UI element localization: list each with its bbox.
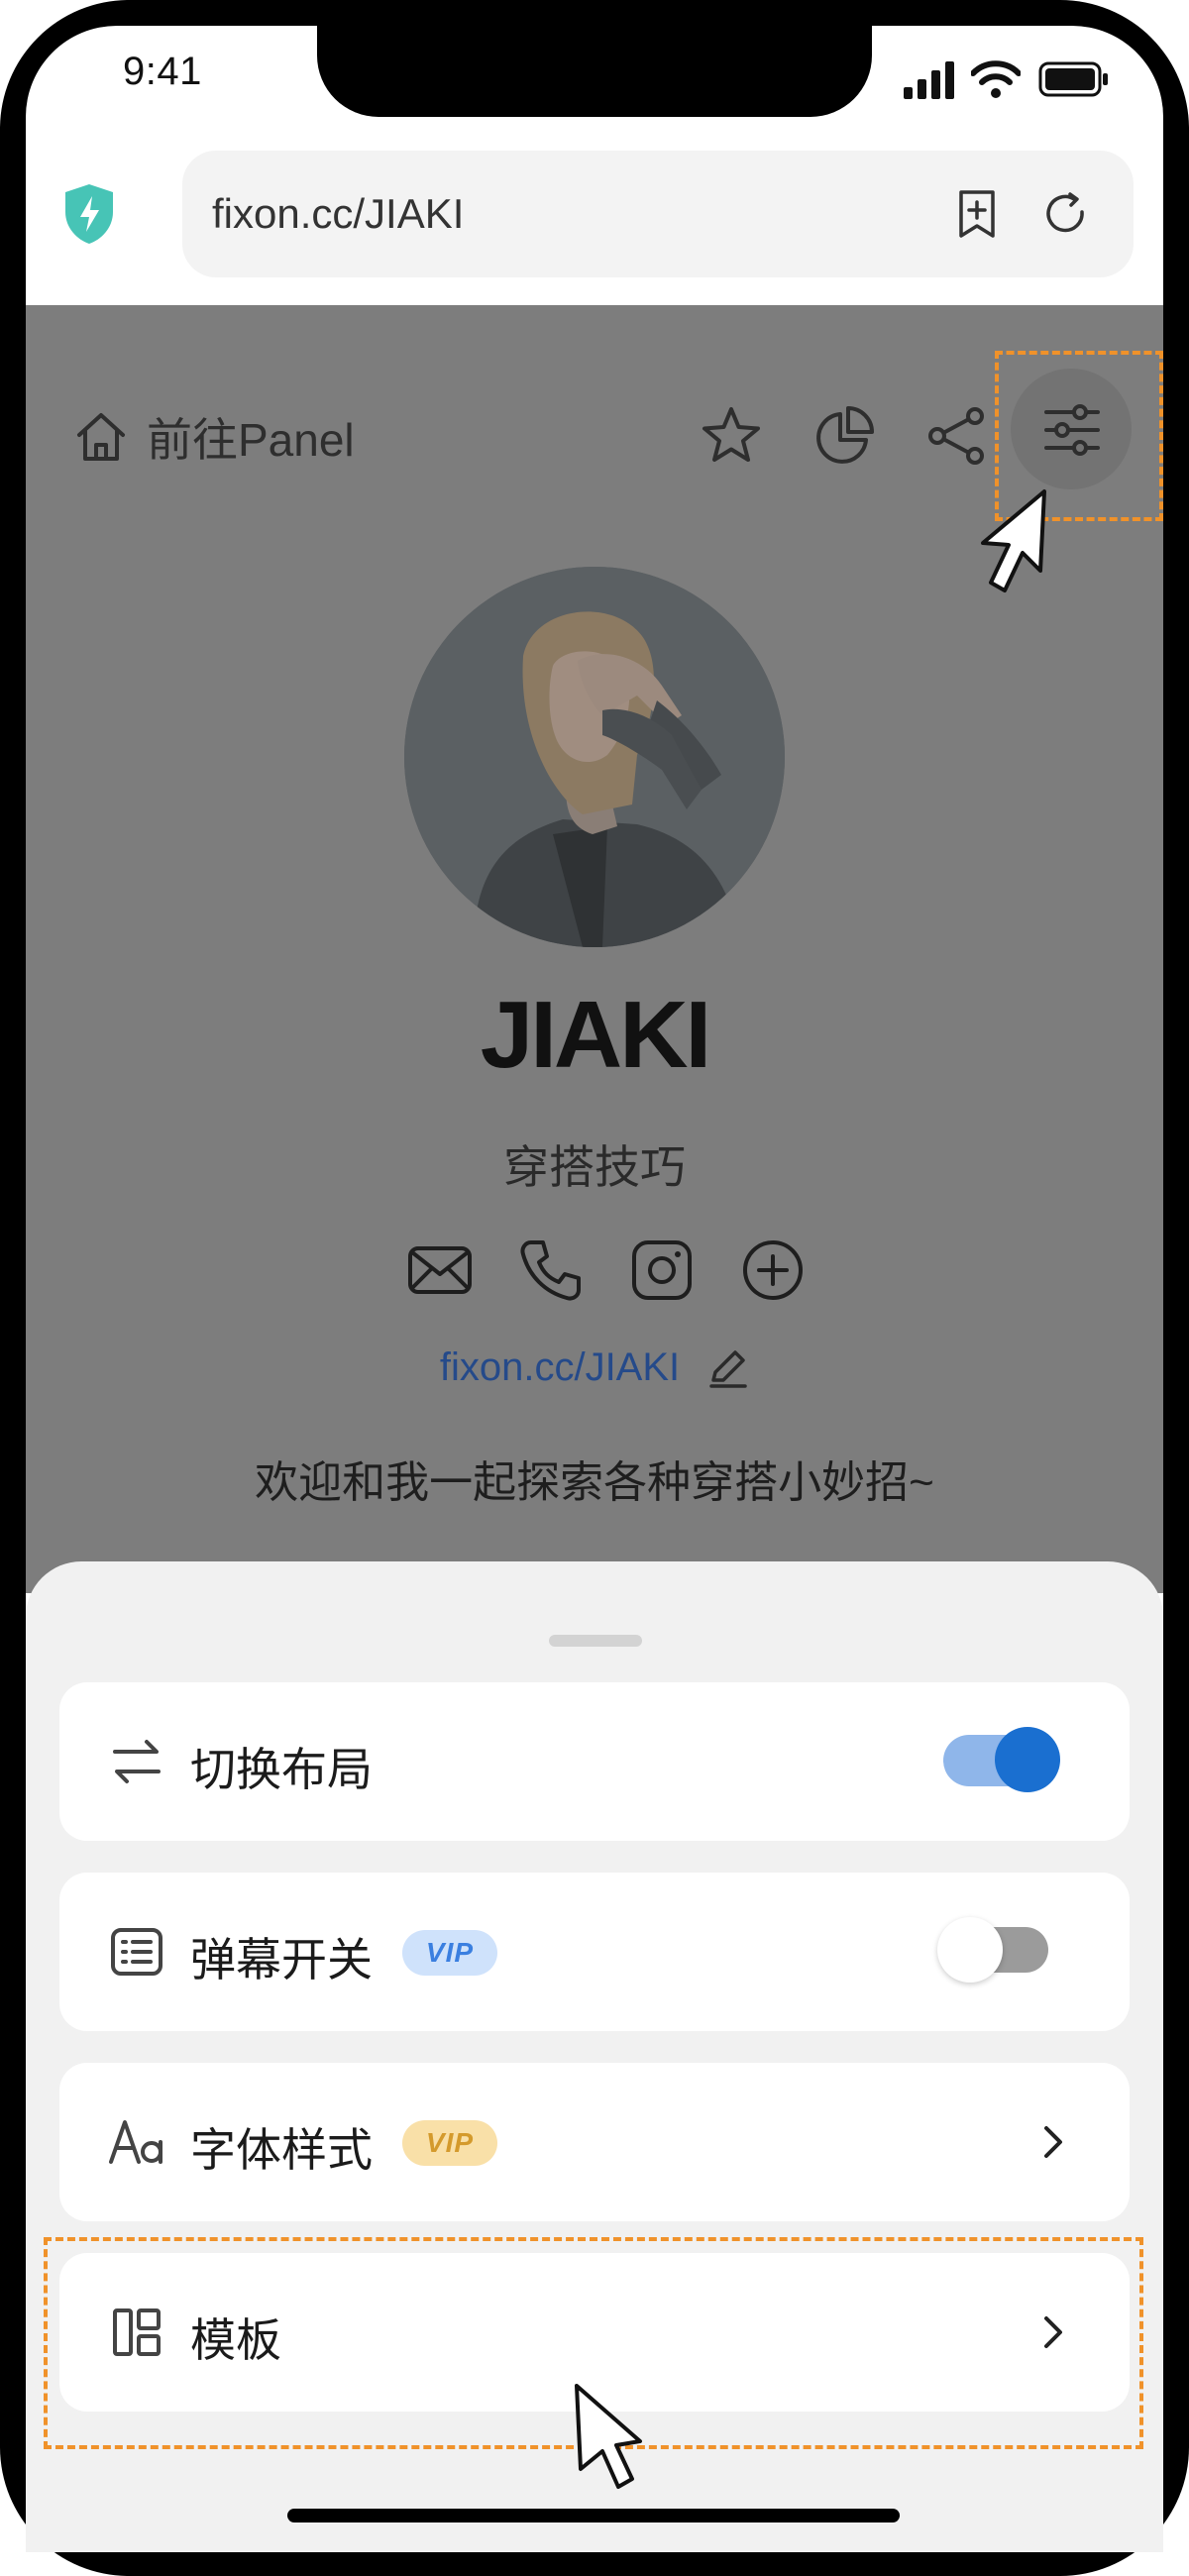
sheet-item-label: 字体样式 xyxy=(190,2124,373,2176)
pie-chart-icon[interactable] xyxy=(812,404,876,468)
share-icon[interactable] xyxy=(925,404,989,468)
sheet-item-label: 弹幕开关 xyxy=(190,1934,373,1986)
profile-name: JIAKI xyxy=(480,982,711,1088)
reload-icon[interactable] xyxy=(1040,188,1092,240)
add-circle-icon[interactable] xyxy=(739,1236,807,1304)
sheet-grabber[interactable] xyxy=(549,1635,642,1647)
profile-link-row: fixon.cc/JIAKI xyxy=(0,1345,1189,1390)
chevron-right-icon xyxy=(1044,2126,1062,2158)
status-time: 9:41 xyxy=(123,50,202,93)
danmaku-icon xyxy=(111,1928,162,1976)
battery-icon xyxy=(1038,61,1108,97)
profile-link[interactable]: fixon.cc/JIAKI xyxy=(440,1345,680,1390)
mail-icon[interactable] xyxy=(406,1236,474,1304)
home-icon xyxy=(77,413,125,461)
go-panel-link[interactable]: 前往Panel xyxy=(73,404,355,470)
sheet-item-label: 切换布局 xyxy=(190,1744,373,1795)
cursor-icon xyxy=(575,2384,642,2489)
profile-bio: 欢迎和我一起探索各种穿搭小妙招~ xyxy=(255,1458,934,1507)
instagram-icon[interactable] xyxy=(628,1236,696,1304)
social-icons xyxy=(406,1236,807,1304)
avatar-photo xyxy=(404,567,785,947)
signal-icon xyxy=(904,61,954,99)
wifi-icon xyxy=(971,60,1021,98)
swap-icon xyxy=(113,1740,161,1783)
edit-pencil-icon[interactable] xyxy=(705,1346,749,1390)
danmaku-toggle[interactable] xyxy=(937,1917,1048,1983)
shield-logo-icon xyxy=(65,184,113,244)
switch-layout-toggle[interactable] xyxy=(943,1727,1060,1792)
star-icon[interactable] xyxy=(700,404,763,468)
notch xyxy=(317,0,872,117)
url-text[interactable]: fixon.cc/JIAKI xyxy=(212,190,464,238)
vip-badge: VIP xyxy=(402,1930,497,1976)
profile-avatar xyxy=(404,567,785,947)
font-icon xyxy=(109,2120,162,2164)
vip-badge: VIP xyxy=(402,2120,497,2166)
home-indicator[interactable] xyxy=(287,2509,900,2522)
go-panel-label: 前往Panel xyxy=(147,414,355,466)
cursor-icon xyxy=(981,489,1046,592)
phone-icon[interactable] xyxy=(517,1236,585,1304)
profile-tagline: 穿搭技巧 xyxy=(503,1141,686,1193)
add-bookmark-icon[interactable] xyxy=(951,188,1003,240)
